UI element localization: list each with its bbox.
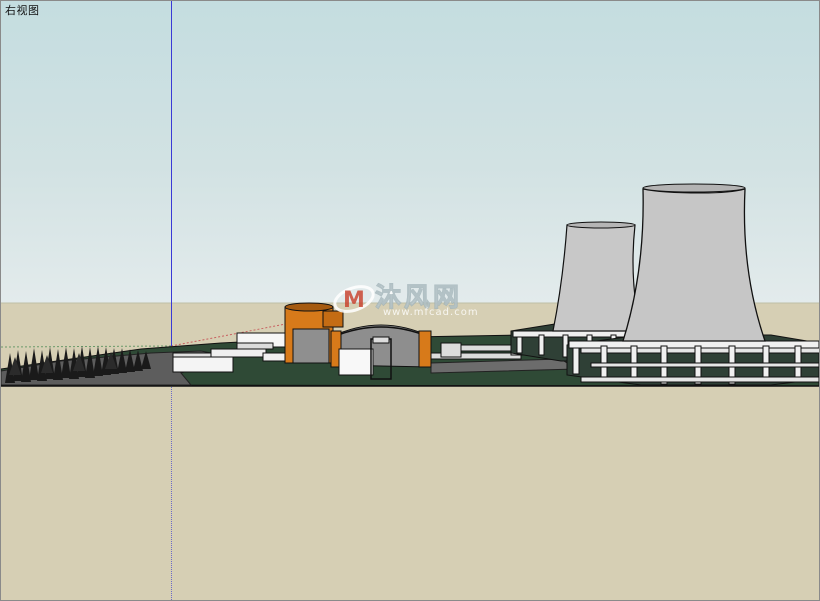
watermark: M 沐风网 www.mfcad.com — [331, 275, 501, 323]
view-label: 右视图 — [5, 4, 40, 17]
cooling-tower-right — [622, 188, 766, 342]
green-axis-line — [1, 345, 172, 348]
3d-viewport[interactable]: M 沐风网 www.mfcad.com 右视图 — [0, 0, 820, 601]
watermark-logo-icon: M — [333, 285, 375, 313]
blue-axis-line — [171, 1, 172, 346]
blue-axis-dotted — [171, 387, 172, 600]
watermark-subtitle: www.mfcad.com — [383, 307, 479, 318]
tower-base-ring-right — [566, 334, 819, 386]
svg-text:M: M — [343, 288, 365, 313]
cooling-tower-left — [552, 224, 642, 332]
